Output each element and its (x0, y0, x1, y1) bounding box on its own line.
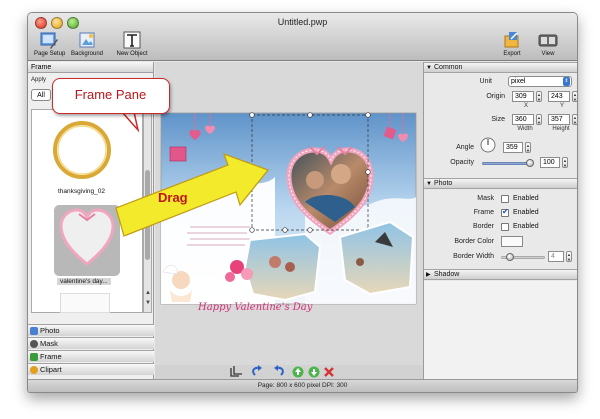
callout-text: Frame Pane (74, 87, 147, 102)
frame-pane-callout: Frame Pane (52, 78, 170, 114)
drag-arrow-label: Drag (158, 190, 188, 205)
annotation-overlay (115, 111, 269, 237)
drag-arrow (115, 152, 269, 237)
callout-pointer (120, 111, 140, 133)
